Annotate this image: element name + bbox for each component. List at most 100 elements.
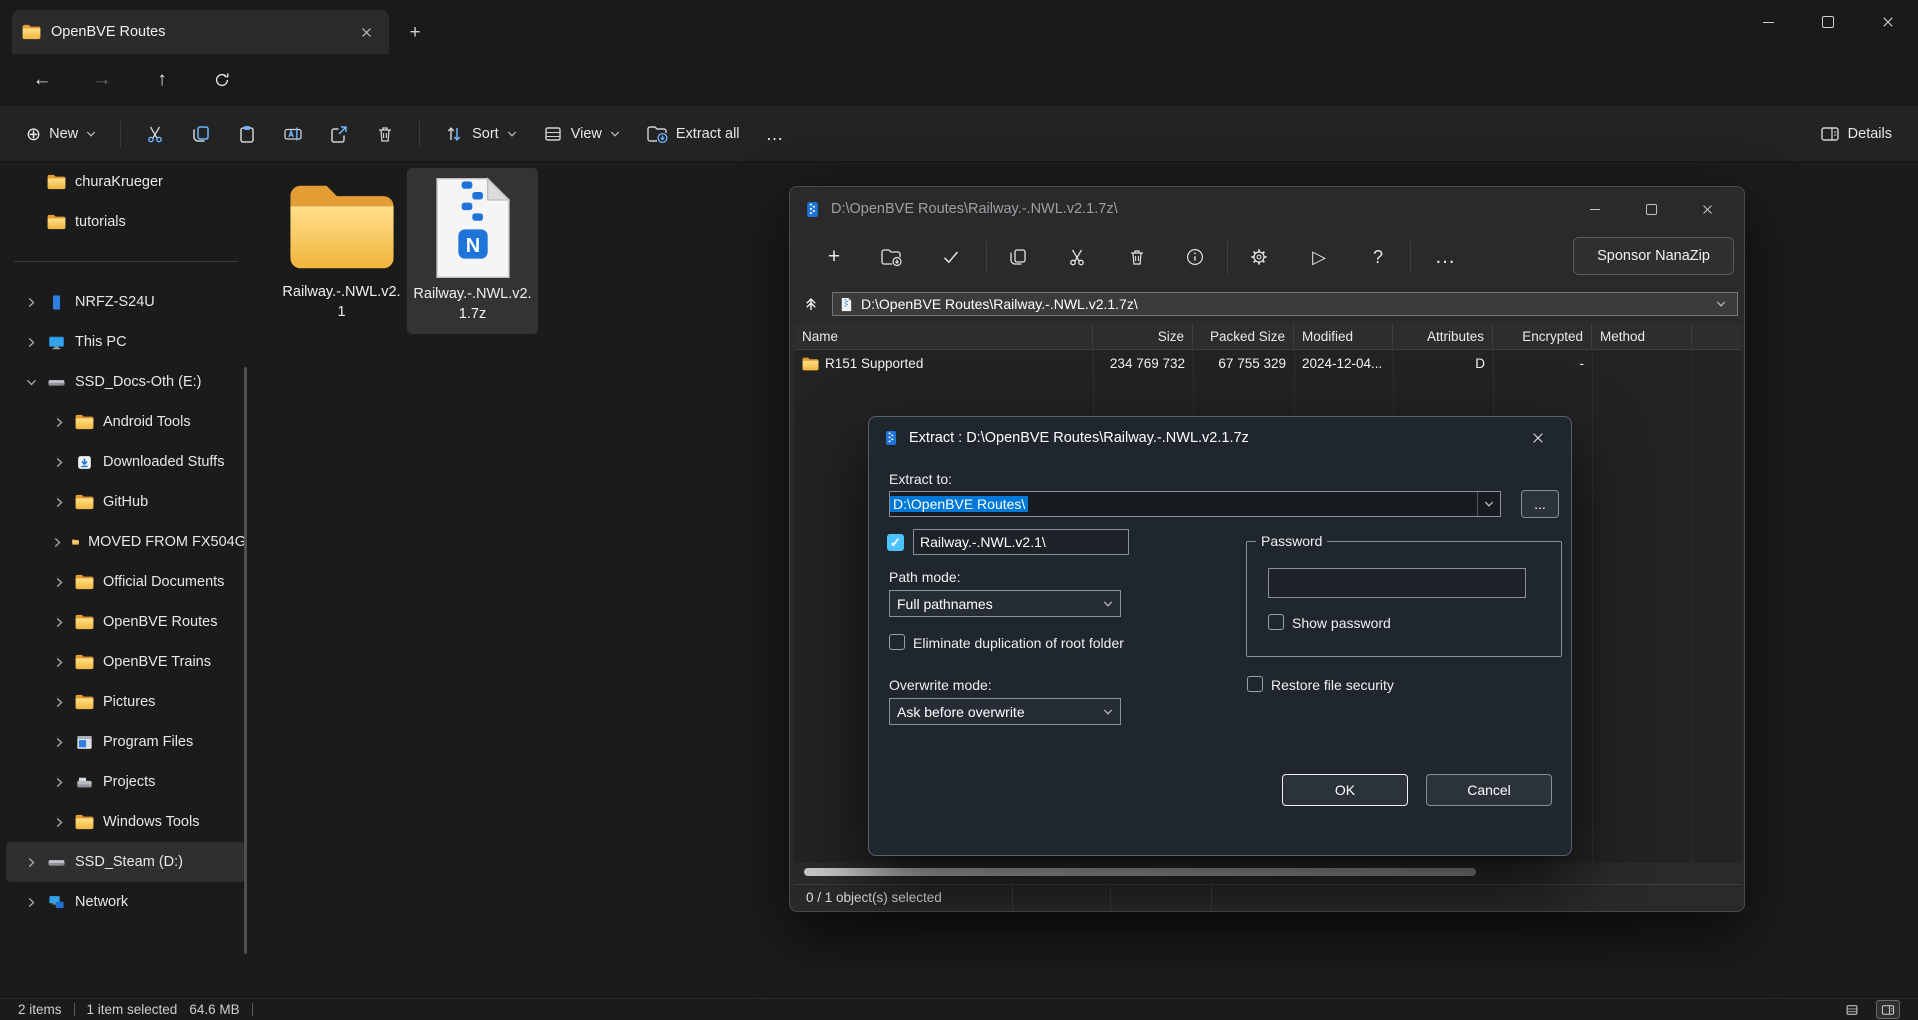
nanazip-address-field[interactable]: D:\OpenBVE Routes\Railway.-.NWL.v2.1.7z\: [832, 292, 1738, 316]
window-maximize-button[interactable]: [1798, 0, 1858, 44]
eliminate-duplication-checkbox[interactable]: [889, 634, 905, 650]
details-pane-button[interactable]: Details: [1810, 116, 1902, 152]
chevron-right-icon[interactable]: [52, 497, 66, 508]
dialog-close-button[interactable]: [1519, 423, 1557, 453]
scrollbar-thumb[interactable]: [804, 868, 1476, 876]
chevron-right-icon[interactable]: [52, 537, 63, 548]
up-one-level-button[interactable]: [796, 291, 826, 317]
share-button[interactable]: [319, 116, 359, 152]
nanazip-minimize-button[interactable]: [1572, 194, 1618, 224]
sponsor-nanazip-button[interactable]: Sponsor NanaZip: [1573, 237, 1734, 275]
sidebar-item-churakrueger[interactable]: churaKrueger: [6, 162, 246, 202]
sidebar-item-windows-tools[interactable]: Windows Tools: [6, 802, 246, 842]
help-button[interactable]: ?: [1361, 239, 1395, 275]
browse-button[interactable]: ...: [1521, 490, 1559, 518]
sidebar-item-network[interactable]: Network: [6, 882, 246, 922]
paste-button[interactable]: [227, 116, 267, 152]
chevron-right-icon[interactable]: [52, 777, 66, 788]
ok-button[interactable]: OK: [1282, 774, 1408, 806]
sidebar-item-ssd-docs-oth[interactable]: SSD_Docs-Oth (E:): [6, 362, 246, 402]
up-button[interactable]: ↑: [142, 62, 182, 98]
column-header-attributes[interactable]: Attributes: [1393, 323, 1493, 349]
chevron-right-icon[interactable]: [52, 617, 66, 628]
sidebar-item-nrfz-s24u[interactable]: NRFZ-S24U: [6, 282, 246, 322]
forward-button[interactable]: →: [82, 62, 122, 98]
file-tile-archive-selected[interactable]: Railway.-.NWL.v2. 1.7z: [407, 168, 538, 334]
benchmark-button[interactable]: ▷: [1302, 239, 1336, 275]
restore-file-security-checkbox[interactable]: [1247, 676, 1263, 692]
chevron-right-icon[interactable]: [24, 897, 38, 908]
sidebar-item-ssd-steam[interactable]: SSD_Steam (D:): [6, 842, 246, 882]
tab-close-icon[interactable]: [353, 19, 379, 45]
sidebar-item-openbve-trains[interactable]: OpenBVE Trains: [6, 642, 246, 682]
test-button[interactable]: [934, 239, 968, 275]
table-row[interactable]: R151 Supported 234 769 732 67 755 329 20…: [794, 350, 1742, 377]
horizontal-scrollbar[interactable]: [794, 866, 1742, 878]
sidebar-item-pictures[interactable]: Pictures: [6, 682, 246, 722]
sidebar-item-projects[interactable]: Projects: [6, 762, 246, 802]
column-header-name[interactable]: Name: [794, 323, 1093, 349]
chevron-right-icon[interactable]: [24, 857, 38, 868]
nanazip-title-bar[interactable]: D:\OpenBVE Routes\Railway.-.NWL.v2.1.7z\: [790, 187, 1744, 231]
address-dropdown-button[interactable]: [1711, 293, 1731, 315]
chevron-right-icon[interactable]: [24, 297, 38, 308]
view-button[interactable]: View: [533, 116, 630, 152]
extract-all-button[interactable]: Extract all: [636, 116, 750, 152]
cancel-button[interactable]: Cancel: [1426, 774, 1552, 806]
chevron-right-icon[interactable]: [52, 417, 66, 428]
sidebar-item-moved-from-fx504g[interactable]: MOVED FROM FX504G: [6, 522, 246, 562]
window-close-button[interactable]: [1858, 0, 1918, 44]
back-button[interactable]: ←: [22, 62, 62, 98]
more-options-button[interactable]: …: [756, 117, 794, 151]
append-folder-textbox[interactable]: Railway.-.NWL.v2.1\: [913, 529, 1129, 555]
chevron-right-icon[interactable]: [52, 657, 66, 668]
cut-button[interactable]: [135, 116, 175, 152]
sidebar-item-github[interactable]: GitHub: [6, 482, 246, 522]
combobox-dropdown-button[interactable]: [1477, 492, 1500, 516]
column-header-method[interactable]: Method: [1592, 323, 1692, 349]
file-tile-folder[interactable]: Railway.-.NWL.v2. 1: [276, 168, 407, 334]
new-tab-button[interactable]: +: [400, 18, 430, 48]
extract-dialog-title-bar[interactable]: Extract : D:\OpenBVE Routes\Railway.-.NW…: [869, 417, 1571, 459]
column-header-modified[interactable]: Modified: [1294, 323, 1393, 349]
column-header-encrypted[interactable]: Encrypted: [1493, 323, 1592, 349]
sidebar-item-program-files[interactable]: Program Files: [6, 722, 246, 762]
options-button[interactable]: [1242, 239, 1276, 275]
new-button[interactable]: ⊕ New: [16, 117, 106, 151]
chevron-right-icon[interactable]: [52, 817, 66, 828]
show-password-checkbox[interactable]: [1268, 614, 1284, 630]
sidebar-item-official-documents[interactable]: Official Documents: [6, 562, 246, 602]
chevron-right-icon[interactable]: [52, 457, 66, 468]
chevron-right-icon[interactable]: [52, 577, 66, 588]
chevron-down-icon[interactable]: [24, 377, 38, 388]
password-input[interactable]: [1268, 568, 1526, 598]
rename-button[interactable]: [273, 116, 313, 152]
column-header-packed-size[interactable]: Packed Size: [1193, 323, 1294, 349]
extract-button[interactable]: [874, 239, 908, 275]
nanazip-maximize-button[interactable]: [1628, 194, 1674, 224]
sidebar-item-this-pc[interactable]: This PC: [6, 322, 246, 362]
sidebar-item-android-tools[interactable]: Android Tools: [6, 402, 246, 442]
sidebar-item-tutorials[interactable]: tutorials: [6, 202, 246, 242]
refresh-button[interactable]: [202, 62, 242, 98]
copy-button[interactable]: [181, 116, 221, 152]
chevron-right-icon[interactable]: [52, 737, 66, 748]
delete-button[interactable]: [1120, 239, 1154, 275]
add-button[interactable]: +: [817, 239, 851, 275]
delete-button[interactable]: [365, 116, 405, 152]
extract-path-combobox[interactable]: D:\OpenBVE Routes\: [889, 491, 1501, 517]
chevron-right-icon[interactable]: [52, 697, 66, 708]
append-folder-checkbox[interactable]: ✓: [887, 534, 904, 551]
explorer-tab[interactable]: OpenBVE Routes: [12, 10, 389, 54]
path-mode-dropdown[interactable]: Full pathnames: [889, 590, 1121, 617]
large-icons-view-toggle[interactable]: [1876, 1000, 1900, 1019]
sidebar-item-openbve-routes[interactable]: OpenBVE Routes: [6, 602, 246, 642]
details-view-toggle[interactable]: [1840, 1000, 1864, 1019]
chevron-right-icon[interactable]: [24, 337, 38, 348]
copy-button[interactable]: [1001, 239, 1035, 275]
nanazip-close-button[interactable]: [1684, 194, 1730, 224]
info-button[interactable]: [1178, 239, 1212, 275]
column-header-size[interactable]: Size: [1093, 323, 1193, 349]
sort-button[interactable]: Sort: [434, 116, 527, 152]
more-button[interactable]: …: [1428, 239, 1462, 275]
